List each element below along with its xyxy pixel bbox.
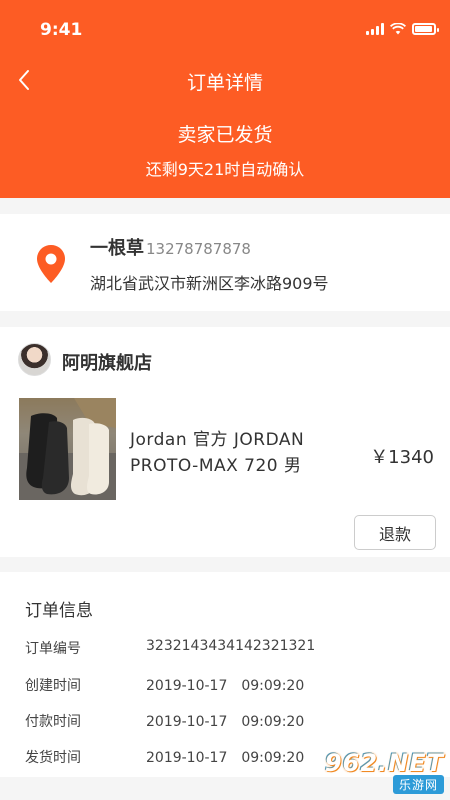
refund-button[interactable]: 退款 bbox=[354, 515, 436, 550]
order-header: 9:41 订单详情 卖家已发货 还剩9天21时自动确认 bbox=[0, 0, 450, 198]
product-price: ￥1340 bbox=[370, 447, 434, 468]
receiver-address: 湖北省武汉市新洲区李冰路909号 bbox=[90, 274, 329, 293]
receiver-line: 一根草 13278787878 bbox=[90, 234, 251, 260]
status-icons bbox=[366, 22, 439, 36]
shipped-time-value: 2019-10-17 09:09:20 bbox=[146, 750, 305, 766]
paid-time-value: 2019-10-17 09:09:20 bbox=[146, 714, 305, 730]
order-number-row: 订单编号 3232143434142321321 bbox=[25, 638, 315, 658]
paid-time-row: 付款时间 2019-10-17 09:09:20 bbox=[25, 711, 304, 731]
receiver-name: 一根草 bbox=[90, 238, 144, 259]
created-time-row: 创建时间 2019-10-17 09:09:20 bbox=[25, 675, 304, 695]
order-info-title: 订单信息 bbox=[25, 601, 93, 621]
order-number-value: 3232143434142321321 bbox=[146, 638, 316, 654]
cellular-signal-icon bbox=[366, 23, 384, 35]
battery-icon bbox=[412, 23, 439, 35]
info-label: 订单编号 bbox=[25, 641, 81, 657]
shipping-address-card[interactable]: 一根草 13278787878 湖北省武汉市新洲区李冰路909号 bbox=[0, 214, 450, 311]
wifi-icon bbox=[390, 23, 406, 35]
product-image[interactable] bbox=[19, 398, 116, 500]
info-label: 创建时间 bbox=[25, 678, 81, 694]
watermark-main: 962.NET bbox=[324, 749, 444, 777]
status-bar: 9:41 bbox=[0, 0, 450, 50]
receiver-phone: 13278787878 bbox=[146, 240, 251, 258]
product-name[interactable]: Jordan 官方 JORDAN PROTO-MAX 720 男 bbox=[130, 427, 350, 479]
page-title: 订单详情 bbox=[186, 72, 263, 94]
created-time-value: 2019-10-17 09:09:20 bbox=[146, 678, 305, 694]
store-name[interactable]: 阿明旗舰店 bbox=[62, 349, 152, 375]
auto-confirm-countdown: 还剩9天21时自动确认 bbox=[145, 160, 305, 179]
location-pin-icon bbox=[37, 245, 65, 283]
site-watermark-logo: 962.NET 乐游网 bbox=[325, 749, 444, 794]
info-label: 发货时间 bbox=[25, 750, 81, 766]
order-status-text: 卖家已发货 bbox=[177, 124, 273, 146]
status-time: 9:41 bbox=[40, 20, 83, 40]
watermark-sub: 乐游网 bbox=[392, 775, 444, 794]
store-order-card: 阿明旗舰店 Jordan 官方 JORDAN PROTO-MAX 720 男 ￥… bbox=[0, 327, 450, 557]
order-info-section: 订单信息 订单编号 3232143434142321321 创建时间 2019-… bbox=[0, 572, 450, 777]
boots-photo bbox=[19, 398, 116, 500]
shipped-time-row: 发货时间 2019-10-17 09:09:20 bbox=[25, 747, 304, 767]
info-label: 付款时间 bbox=[25, 714, 81, 730]
store-avatar[interactable] bbox=[18, 343, 51, 376]
